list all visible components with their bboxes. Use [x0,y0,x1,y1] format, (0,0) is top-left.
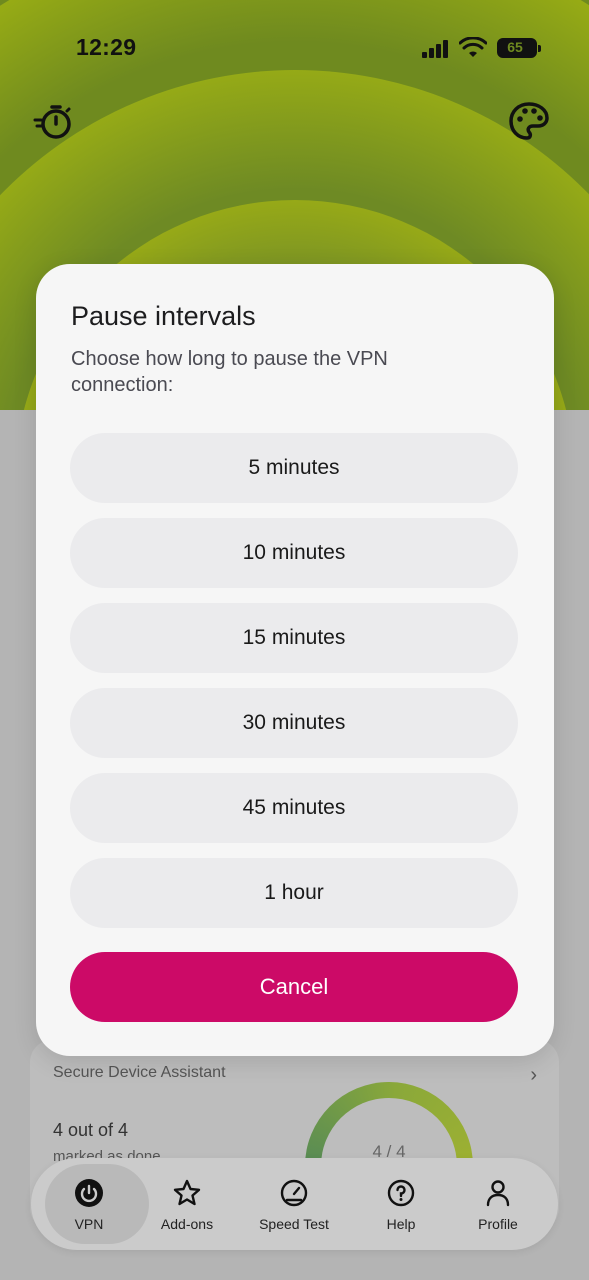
star-icon [173,1179,201,1206]
palette-icon[interactable] [507,100,551,144]
dialog-description: Choose how long to pause the VPN connect… [71,348,388,396]
wifi-icon [459,37,487,57]
bottom-nav: VPN Add-ons Speed Test Help Profile [31,1158,558,1250]
nav-item-add-ons[interactable]: Add-ons [137,1158,237,1250]
battery-icon: 65 [497,38,541,58]
help-icon [387,1179,415,1207]
nav-label: Profile [478,1216,518,1232]
signal-icon [422,40,450,58]
option-45-minutes[interactable]: 45 minutes [70,773,518,843]
nav-label: VPN [74,1216,104,1232]
interval-options: 5 minutes 10 minutes 15 minutes 30 minut… [70,433,518,943]
option-15-minutes[interactable]: 15 minutes [70,603,518,673]
status-time: 12:29 [76,34,137,60]
power-icon [75,1179,103,1207]
assistant-card-title: Secure Device Assistant [53,1064,226,1081]
speedometer-icon [280,1179,308,1207]
nav-item-profile[interactable]: Profile [448,1158,548,1250]
nav-item-vpn[interactable]: VPN [39,1158,149,1250]
option-30-minutes[interactable]: 30 minutes [70,688,518,758]
pause-intervals-dialog: Pause intervals Choose how long to pause… [36,264,554,1056]
battery-level: 65 [507,39,523,55]
profile-icon [486,1180,510,1207]
timer-icon[interactable] [32,100,76,144]
nav-label: Add-ons [160,1216,214,1232]
nav-label: Speed Test [259,1216,329,1232]
nav-item-help[interactable]: Help [351,1158,451,1250]
option-5-minutes[interactable]: 5 minutes [70,433,518,503]
assistant-count: 4 out of 4 [53,1120,129,1140]
nav-item-speed-test[interactable]: Speed Test [244,1158,344,1250]
option-1-hour[interactable]: 1 hour [70,858,518,928]
gauge-label: 4 / 4 [372,1142,406,1161]
option-10-minutes[interactable]: 10 minutes [70,518,518,588]
chevron-right-icon: › [530,1064,537,1086]
dialog-title: Pause intervals [71,301,256,331]
cancel-button[interactable]: Cancel [70,952,518,1022]
nav-label: Help [386,1216,416,1232]
status-bar: 12:29 65 [0,28,589,68]
